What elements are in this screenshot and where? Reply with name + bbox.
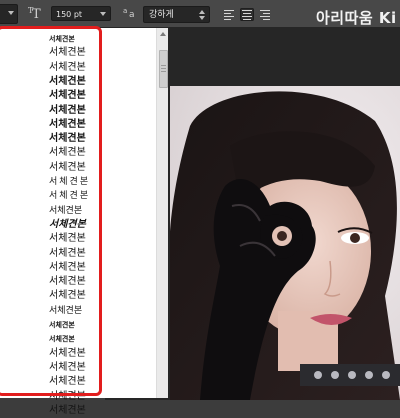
font-list-item[interactable]: 서체견본: [49, 261, 86, 275]
align-center-button[interactable]: [240, 8, 254, 21]
font-list-item[interactable]: 서체견본: [49, 289, 86, 303]
options-bar: TT 150 pt aa 강하게 아리따움 Ki: [0, 0, 400, 28]
font-list-item[interactable]: 서체견본: [49, 175, 90, 189]
font-list-item[interactable]: 서체견본: [49, 332, 75, 346]
antialias-icon: aa: [123, 7, 135, 20]
font-list-item[interactable]: 서체견본: [49, 318, 75, 332]
font-list-item[interactable]: 서체견본: [49, 189, 90, 203]
font-list-item[interactable]: 서체견본: [49, 204, 82, 218]
align-left-button[interactable]: [222, 8, 236, 21]
font-list-dropdown[interactable]: 서체견본 서체견본 서체견본 서체견본 서체견본 서체견본 서체견본 서체견본 서체견본 서체견본…: [0, 28, 168, 416]
canvas-photo: [170, 86, 400, 400]
font-list-scrollbar[interactable]: [156, 28, 168, 398]
align-right-button[interactable]: [258, 8, 272, 21]
font-style-dropdown[interactable]: [0, 4, 18, 24]
font-list-item[interactable]: 서체견본: [49, 404, 86, 418]
font-list-item[interactable]: 서체견본: [49, 61, 86, 75]
font-list-item[interactable]: 서체견본: [49, 361, 86, 375]
font-list-item[interactable]: 서체견본: [49, 89, 86, 103]
chevron-down-icon: [100, 12, 106, 16]
font-list-item[interactable]: 서체견본: [49, 75, 86, 89]
antialias-select[interactable]: 강하게: [143, 6, 210, 23]
watermark-text: 아리따움 Ki: [316, 9, 397, 27]
font-list-item[interactable]: 서체견본: [49, 390, 86, 404]
font-list-item[interactable]: 서체견본: [49, 32, 75, 46]
font-list-item[interactable]: 서체견본: [49, 304, 82, 318]
font-list-item[interactable]: 서체견본: [49, 104, 86, 118]
scroll-up-icon[interactable]: [160, 32, 166, 36]
font-size-input[interactable]: 150 pt: [51, 6, 111, 21]
font-list-item[interactable]: 서체견본: [49, 232, 86, 246]
font-list-item[interactable]: 서체견본: [49, 218, 86, 232]
updown-arrows-icon: [199, 10, 205, 20]
font-list-item[interactable]: 서체견본: [49, 275, 86, 289]
scroll-thumb[interactable]: [159, 50, 168, 88]
font-list-item[interactable]: 서체견본: [49, 161, 86, 175]
font-list-item[interactable]: 서체견본: [49, 118, 86, 132]
font-size-icon: TT: [28, 6, 41, 22]
font-list-item[interactable]: 서체견본: [49, 132, 86, 146]
font-list-item[interactable]: 서체견본: [49, 347, 86, 361]
chevron-down-icon: [8, 11, 14, 15]
font-size-value: 150 pt: [56, 10, 83, 19]
font-list-item[interactable]: 서체견본: [49, 46, 86, 60]
portrait-image: [170, 86, 400, 400]
antialias-value: 강하게: [149, 10, 174, 20]
font-list-item[interactable]: 서체견본: [49, 146, 86, 160]
font-list-item[interactable]: 서체견본: [49, 375, 86, 389]
font-list-item[interactable]: 서체견본: [49, 247, 86, 261]
